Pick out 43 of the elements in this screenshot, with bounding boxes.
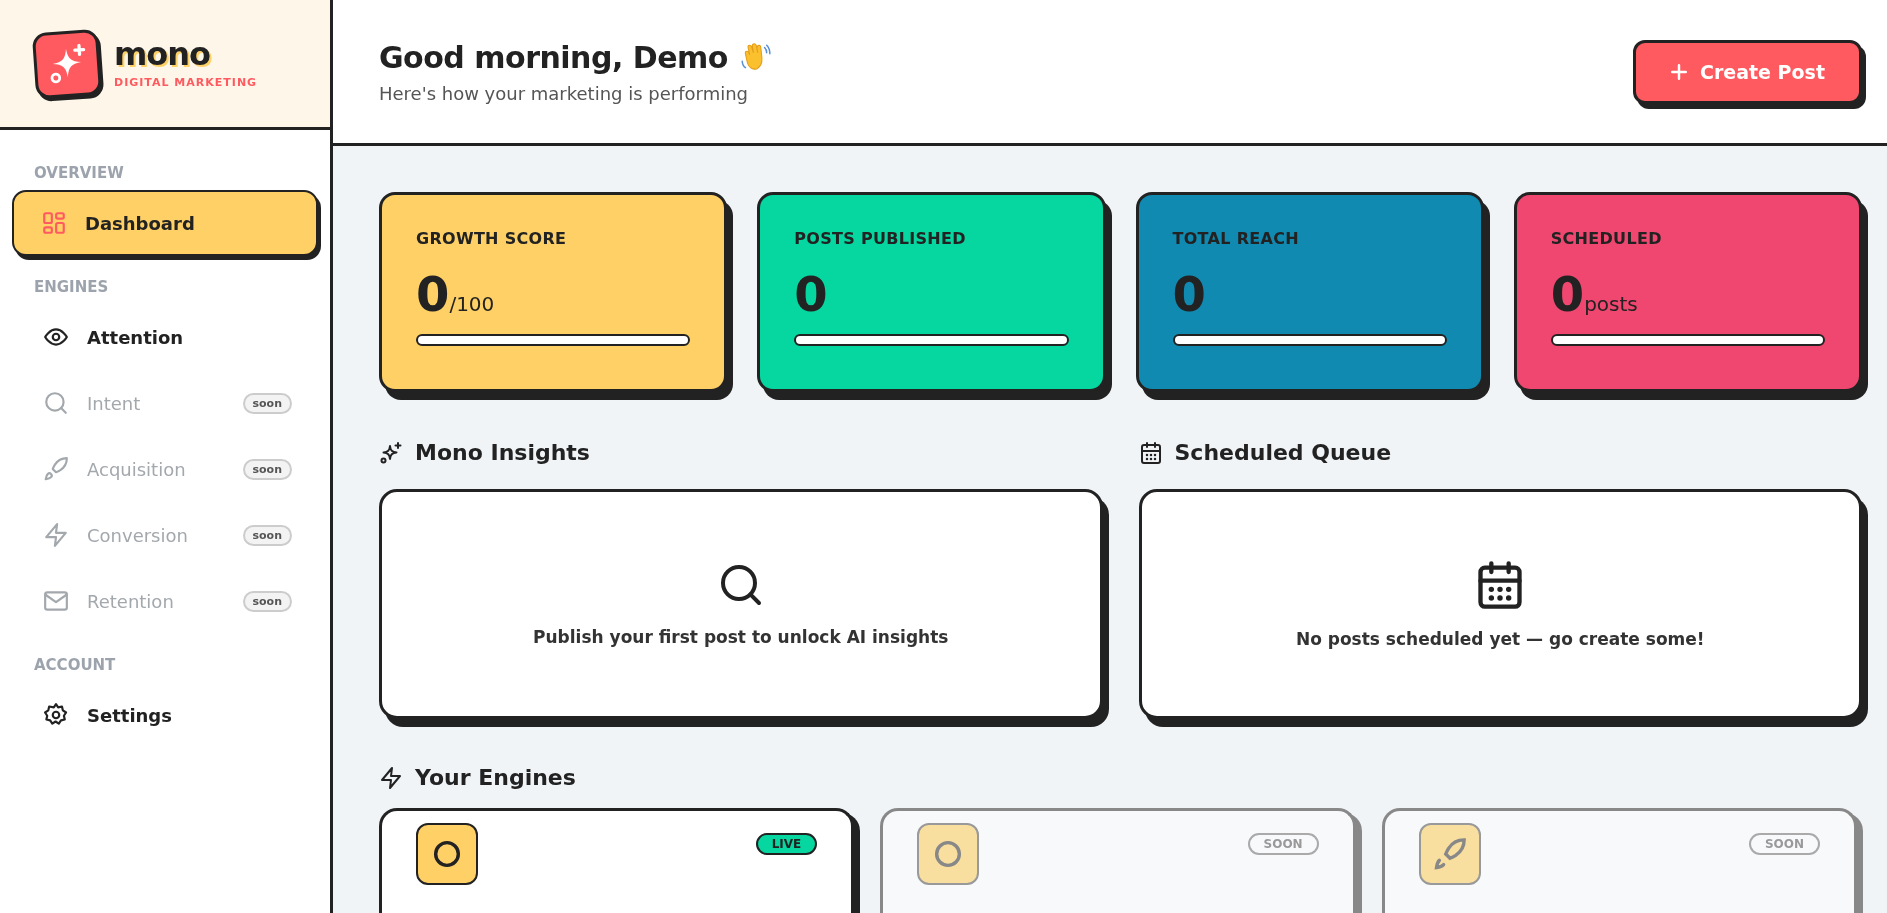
search-icon bbox=[43, 390, 69, 416]
soon-badge: soon bbox=[242, 392, 292, 414]
lightning-icon bbox=[379, 765, 403, 790]
status-badge: SOON bbox=[1748, 833, 1820, 855]
status-badge: SOON bbox=[1247, 833, 1319, 855]
plus-icon bbox=[1670, 62, 1688, 81]
nav-item[interactable]: Attention bbox=[12, 304, 318, 370]
stat-label: TOTAL REACH bbox=[1172, 229, 1300, 248]
soon-badge: soon bbox=[242, 590, 292, 612]
mail-icon bbox=[43, 588, 69, 614]
nav-item[interactable]: Settings bbox=[12, 682, 318, 748]
status-badge: LIVE bbox=[755, 833, 818, 855]
stat-label: POSTS PUBLISHED bbox=[794, 229, 967, 248]
rocket-icon bbox=[43, 456, 69, 482]
brand-tagline: DIGITAL MARKETING bbox=[114, 76, 258, 89]
greeting-subtitle: Here's how your marketing is performing bbox=[379, 82, 750, 104]
section-title: Scheduled Queue bbox=[1174, 440, 1392, 465]
stat-unit: /100 bbox=[449, 292, 495, 316]
nav-section-label: ENGINES bbox=[33, 277, 110, 298]
stat-value: 0 bbox=[416, 266, 450, 322]
stat-unit: posts bbox=[1584, 292, 1638, 316]
soon-badge: soon bbox=[242, 458, 292, 480]
empty-state-message: No posts scheduled yet — go create some! bbox=[1295, 629, 1705, 649]
stat-label: GROWTH SCORE bbox=[416, 229, 568, 248]
grid-icon bbox=[41, 210, 67, 236]
nav-section-label: ACCOUNT bbox=[33, 655, 117, 676]
calendar-icon bbox=[1138, 440, 1163, 465]
nav-section-label: OVERVIEW bbox=[33, 163, 125, 184]
greeting-title: Good morning, Demo bbox=[379, 39, 728, 75]
stat-value: 0 bbox=[794, 266, 828, 322]
sparkle-icon bbox=[379, 440, 403, 465]
section-title: Your Engines bbox=[415, 765, 576, 790]
soon-badge: soon bbox=[242, 524, 292, 546]
stat-value: 0 bbox=[1172, 266, 1206, 322]
rocket-icon bbox=[1418, 823, 1481, 885]
lightning-icon bbox=[43, 522, 69, 548]
empty-state-message: Publish your first post to unlock AI insights bbox=[533, 627, 949, 647]
sparkle-logo-icon bbox=[31, 28, 103, 99]
section-title: Mono Insights bbox=[415, 440, 590, 465]
stat-label: SCHEDULED bbox=[1550, 229, 1663, 248]
settings-icon bbox=[43, 702, 69, 728]
brand-name: mono bbox=[114, 38, 212, 70]
stat-value: 0 bbox=[1550, 266, 1585, 322]
